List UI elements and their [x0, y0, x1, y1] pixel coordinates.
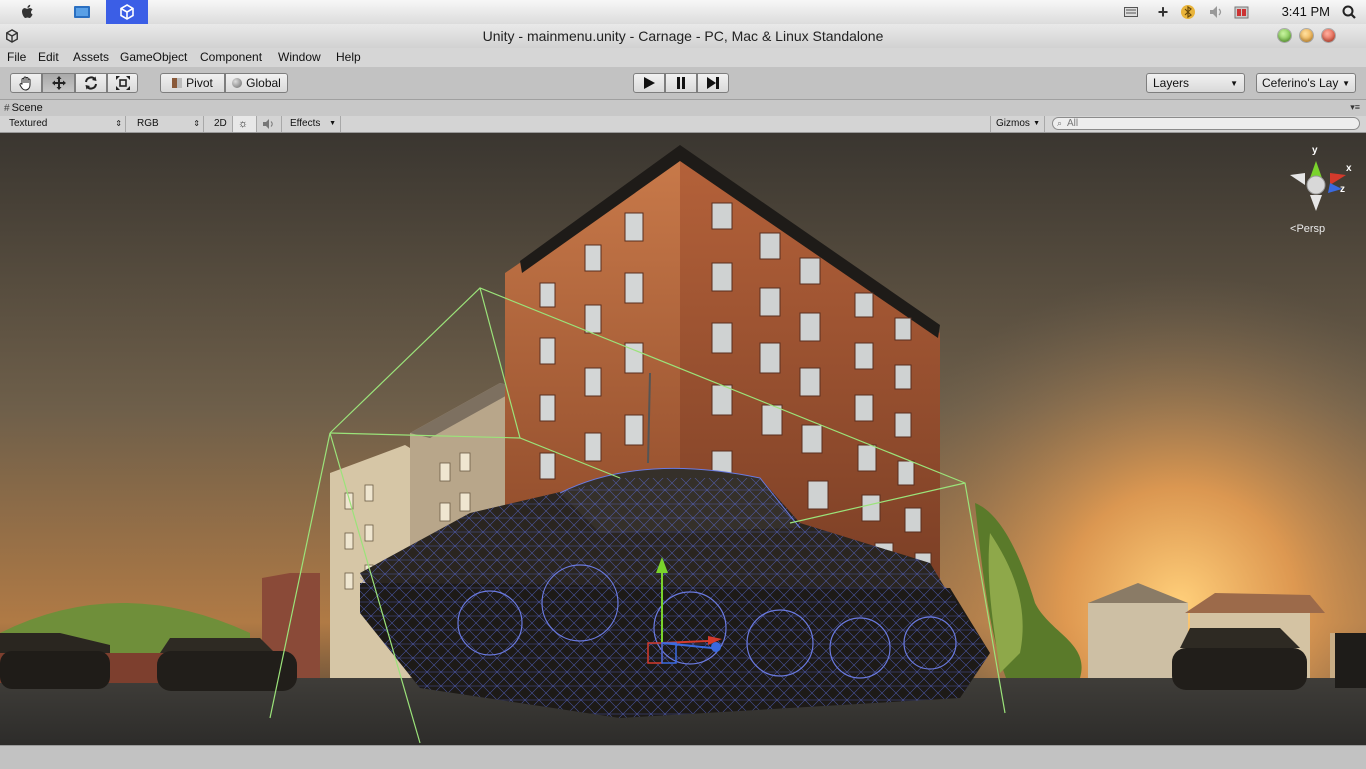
hand-tool-button[interactable]: [10, 73, 42, 93]
play-icon: [644, 77, 655, 89]
dropdown-arrow-icon: ▼: [1230, 78, 1238, 88]
volume-icon[interactable]: [1208, 0, 1226, 24]
render-mode-label: Textured: [9, 118, 48, 129]
layers-label: Layers: [1153, 76, 1190, 90]
unity-icon[interactable]: [106, 0, 148, 24]
scene-viewport[interactable]: y x z <Persp: [0, 133, 1366, 745]
move-icon: [51, 76, 66, 90]
search-icon[interactable]: [1340, 0, 1358, 24]
scene-render: [0, 133, 1366, 745]
search-icon: ⌕: [1057, 118, 1063, 128]
gizmos-label: Gizmos: [996, 118, 1030, 129]
updown-arrow-icon: ⇕: [193, 119, 200, 128]
keyboard-icon[interactable]: [1122, 0, 1140, 24]
hand-icon: [19, 76, 31, 91]
os-menubar: + 3:41 PM: [0, 0, 1366, 25]
main-toolbar: Pivot Global Layers ▼ Ceferino's Lay ▼: [0, 67, 1366, 100]
rotate-tool-button[interactable]: [75, 73, 107, 93]
global-toggle[interactable]: Global: [225, 73, 288, 93]
globe-icon: [232, 78, 243, 88]
scene-tab-bar: # Scene ▾≡: [0, 100, 1366, 116]
axis-y-label: y: [1312, 145, 1318, 156]
menu-file[interactable]: File: [7, 48, 26, 67]
axis-z-label: z: [1340, 184, 1345, 195]
plus-icon[interactable]: +: [1155, 0, 1171, 24]
tab-scene[interactable]: # Scene: [4, 100, 66, 116]
projection-toggle[interactable]: <Persp: [1290, 223, 1325, 235]
projection-label: Persp: [1296, 223, 1326, 235]
rotate-icon: [85, 76, 97, 90]
menu-help[interactable]: Help: [336, 48, 361, 67]
speaker-icon: [263, 119, 273, 129]
pause-button[interactable]: [665, 73, 697, 93]
move-tool-button[interactable]: [42, 73, 75, 93]
lighting-toggle[interactable]: ☼: [233, 116, 257, 132]
pause-icon: [677, 77, 685, 89]
audio-toggle[interactable]: [257, 116, 282, 132]
window-title: Unity - mainmenu.unity - Carnage - PC, M…: [482, 28, 884, 44]
layout-dropdown[interactable]: Ceferino's Lay ▼: [1256, 73, 1356, 93]
menu-edit[interactable]: Edit: [38, 48, 59, 67]
battery-icon[interactable]: [1232, 0, 1252, 24]
menu-component[interactable]: Component: [200, 48, 262, 67]
clock[interactable]: 3:41 PM: [1282, 0, 1330, 24]
menu-assets[interactable]: Assets: [73, 48, 109, 67]
toggle-2d-button[interactable]: 2D: [209, 116, 233, 132]
effects-label: Effects: [290, 118, 321, 129]
updown-arrow-icon: ⇕: [115, 119, 122, 128]
scale-tool-button[interactable]: [107, 73, 138, 93]
finder-icon[interactable]: [70, 0, 94, 24]
color-mode-label: RGB: [137, 118, 159, 129]
step-button[interactable]: [697, 73, 729, 93]
layers-dropdown[interactable]: Layers ▼: [1146, 73, 1245, 93]
minimize-button[interactable]: [1300, 29, 1313, 42]
menubar: File Edit Assets GameObject Component Wi…: [0, 48, 1366, 67]
zoom-button[interactable]: [1278, 29, 1291, 42]
sun-icon: ☼: [238, 118, 249, 130]
pivot-label: Pivot: [186, 76, 213, 90]
status-bar: [0, 745, 1366, 769]
play-button[interactable]: [633, 73, 665, 93]
menu-window[interactable]: Window: [278, 48, 321, 67]
dropdown-arrow-icon: ▼: [329, 120, 336, 127]
gizmos-dropdown[interactable]: Gizmos ▼: [990, 116, 1045, 132]
dropdown-arrow-icon: ▼: [1033, 120, 1040, 127]
render-mode-dropdown[interactable]: Textured ⇕: [4, 116, 126, 132]
tab-menu-icon[interactable]: ▾≡: [1350, 102, 1360, 113]
color-mode-dropdown[interactable]: RGB ⇕: [132, 116, 204, 132]
pivot-toggle[interactable]: Pivot: [160, 73, 225, 93]
step-icon: [707, 77, 719, 89]
search-placeholder: All: [1067, 118, 1079, 129]
layout-label: Ceferino's Lay: [1262, 76, 1339, 90]
menu-gameobject[interactable]: GameObject: [120, 48, 187, 67]
axis-x-label: x: [1346, 163, 1352, 174]
scale-icon: [115, 76, 130, 90]
close-button[interactable]: [1322, 29, 1335, 42]
bluetooth-icon[interactable]: [1178, 0, 1198, 24]
scene-search-input[interactable]: ⌕ All: [1052, 117, 1360, 130]
scene-tab-label: Scene: [11, 102, 43, 114]
toggle-2d-label: 2D: [214, 118, 227, 129]
scene-control-bar: Textured ⇕ RGB ⇕ 2D ☼ Effects ▼ Gizmos ▼…: [0, 116, 1366, 133]
grid-icon: #: [4, 103, 10, 114]
window-titlebar: Unity - mainmenu.unity - Carnage - PC, M…: [0, 24, 1366, 48]
pivot-icon: [172, 78, 183, 88]
global-label: Global: [246, 76, 281, 90]
dropdown-arrow-icon: ▼: [1342, 78, 1350, 88]
apple-icon[interactable]: [14, 0, 42, 24]
effects-dropdown[interactable]: Effects ▼: [285, 116, 341, 132]
